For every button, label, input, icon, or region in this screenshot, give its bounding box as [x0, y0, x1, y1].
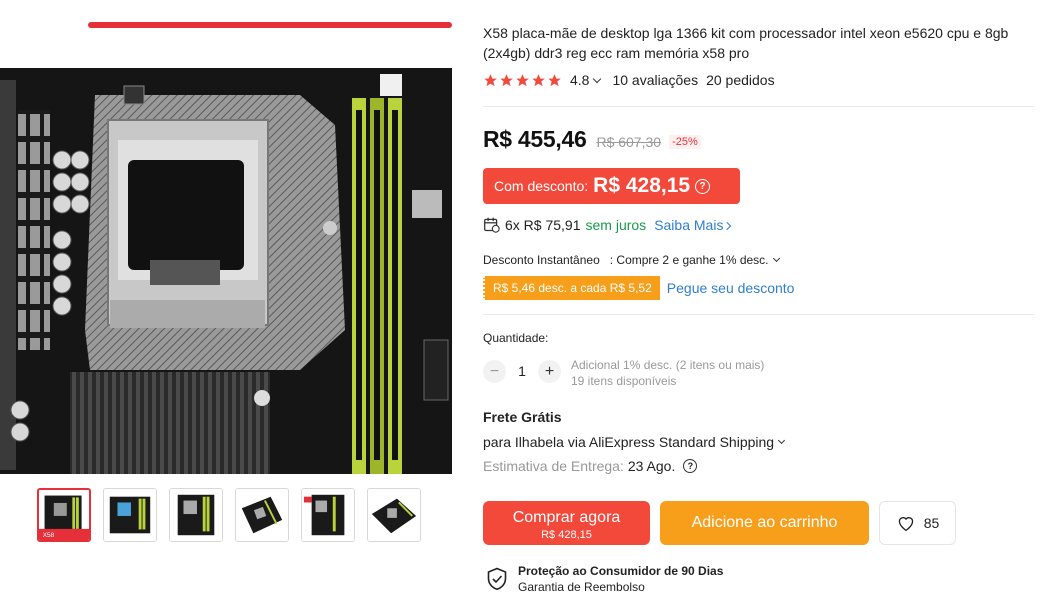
protection-subtitle: Garantia de Reembolso [518, 580, 645, 594]
heart-icon [898, 517, 913, 532]
question-icon[interactable]: ? [695, 178, 711, 194]
discount-price-box: Com desconto: R$ 428,15 ? [483, 168, 740, 204]
thumbnail-list: X58 [37, 488, 421, 542]
wishlist-count: 85 [923, 515, 940, 531]
thumbnail-6[interactable] [367, 488, 421, 542]
question-icon[interactable]: ? [683, 459, 698, 473]
quantity-input[interactable]: 1 [506, 363, 538, 379]
buy-now-label: Comprar agora [512, 509, 621, 526]
coupon-badge: R$ 5,46 desc. a cada R$ 5,52 [483, 276, 660, 300]
shipping-destination-text: para Ilhabela via AliExpress Standard Sh… [483, 434, 775, 450]
learn-more-link[interactable]: Saiba Mais [654, 216, 732, 233]
buy-now-button[interactable]: Comprar agora R$ 428,15 [483, 501, 650, 545]
rating-row: 4.8 10 avaliações 20 pedidos [483, 72, 775, 88]
reviews-count[interactable]: 10 avaliações [612, 72, 698, 88]
discount-label: Com desconto: [494, 178, 589, 194]
discount-price: R$ 428,15 [593, 174, 691, 197]
orders-count: 20 pedidos [706, 72, 775, 88]
add-to-cart-button[interactable]: Adicione ao carrinho [660, 501, 869, 545]
learn-more-label: Saiba Mais [654, 216, 724, 233]
buy-now-price: R$ 428,15 [541, 529, 592, 541]
thumbnail-2[interactable] [103, 488, 157, 542]
star-icon [532, 73, 545, 86]
instant-discount-label: Desconto Instantâneo [483, 253, 600, 267]
installment-amount: 6x R$ 75,91 [505, 216, 581, 233]
divider [483, 314, 1035, 315]
installment-calendar-icon [484, 217, 500, 233]
product-title: X58 placa-mãe de desktop lga 1366 kit co… [483, 25, 1009, 61]
star-icon [516, 73, 529, 86]
shipping-title: Frete Grátis [483, 409, 562, 425]
price-row: R$ 455,46 R$ 607,30 -25% [483, 126, 701, 153]
current-price: R$ 455,46 [483, 126, 587, 152]
chevron-down-icon[interactable] [593, 74, 602, 83]
thumbnail-1[interactable]: X58 [37, 488, 91, 542]
protection-title: Proteção ao Consumidor de 90 Dias [518, 564, 724, 578]
delivery-estimate-label: Estimativa de Entrega: [483, 458, 624, 474]
chevron-right-icon [723, 221, 732, 230]
delivery-estimate: Estimativa de Entrega: 23 Ago. ? [483, 458, 698, 474]
star-icon [484, 73, 497, 86]
interest-free-label: sem juros [585, 216, 647, 233]
main-product-image[interactable] [0, 0, 452, 474]
instant-discount-row: Desconto Instantâneo : Compre 2 e ganhe … [483, 253, 780, 267]
thumbnail-3[interactable] [169, 488, 223, 542]
installments-row: 6x R$ 75,91 sem juros Saiba Mais [483, 216, 732, 233]
stock-available-text: 19 itens disponíveis [571, 374, 677, 388]
chevron-down-icon[interactable] [772, 254, 780, 263]
thumbnail-4[interactable] [235, 488, 289, 542]
star-rating [483, 73, 562, 88]
bulk-discount-text: Adicional 1% desc. (2 itens ou mais) [571, 358, 765, 372]
shipping-destination[interactable]: para Ilhabela via AliExpress Standard Sh… [483, 434, 786, 450]
decrease-quantity-button[interactable]: − [483, 360, 506, 383]
product-gallery: X58 [0, 0, 452, 610]
star-icon [500, 73, 513, 86]
instant-discount-offer[interactable]: : Compre 2 e ganhe 1% desc. [610, 253, 769, 267]
divider [483, 106, 1035, 107]
original-price: R$ 607,30 [596, 134, 662, 150]
buyer-protection: Proteção ao Consumidor de 90 Dias Garant… [486, 563, 723, 595]
quantity-info: Adicional 1% desc. (2 itens ou mais) 19 … [571, 357, 764, 389]
motherboard-image [0, 0, 452, 474]
coupon-row: R$ 5,46 desc. a cada R$ 5,52 Pegue seu d… [483, 276, 794, 300]
wishlist-button[interactable]: 85 [879, 501, 956, 545]
rating-value[interactable]: 4.8 [570, 72, 589, 88]
chevron-down-icon [778, 436, 786, 445]
quantity-stepper: − 1 + Adicional 1% desc. (2 itens ou mai… [483, 357, 764, 389]
shield-check-icon [487, 567, 507, 591]
star-icon [548, 73, 561, 86]
increase-quantity-button[interactable]: + [538, 360, 561, 383]
svg-text:X58: X58 [43, 532, 55, 539]
discount-percent-badge: -25% [669, 135, 701, 149]
get-coupon-link[interactable]: Pegue seu desconto [667, 280, 795, 296]
quantity-label: Quantidade: [483, 331, 549, 345]
thumbnail-5[interactable] [301, 488, 355, 542]
delivery-estimate-date: 23 Ago. [627, 458, 676, 474]
